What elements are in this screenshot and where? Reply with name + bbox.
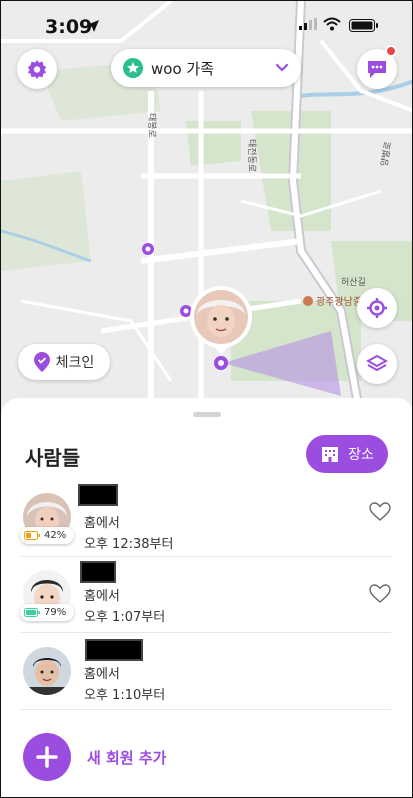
battery-pill: 79%	[20, 604, 74, 621]
notification-dot	[385, 45, 397, 57]
member-row[interactable]: 79% 홈에서 오후 1:07부터	[1, 559, 412, 635]
building-icon	[322, 447, 339, 462]
member-status: 홈에서	[84, 667, 120, 682]
member-status: 홈에서	[84, 589, 120, 604]
avatar-photo	[23, 647, 71, 695]
battery-icon	[349, 19, 378, 32]
battery-low-icon	[24, 531, 40, 540]
add-member-button[interactable]: 새 회원 추가	[23, 733, 166, 781]
avatar	[23, 647, 71, 695]
checkin-button[interactable]: 체크인	[18, 344, 110, 380]
settings-button[interactable]	[17, 49, 57, 89]
row-divider	[21, 556, 391, 557]
places-label: 장소	[348, 447, 374, 463]
heart-icon[interactable]	[369, 584, 391, 604]
member-row[interactable]: 42% 홈에서 오후 12:38부터	[1, 482, 412, 558]
map-poi-label: 광주광남중	[303, 293, 362, 308]
member-row[interactable]: 홈에서 오후 1:10부터	[1, 636, 412, 712]
member-status: 홈에서	[84, 516, 120, 531]
redacted-name	[78, 484, 118, 506]
redacted-name	[85, 639, 143, 661]
group-name: woo 가족	[151, 59, 214, 78]
group-badge-icon	[123, 58, 143, 78]
places-button[interactable]: 장소	[306, 435, 388, 473]
poi-name: 광주광남중	[316, 297, 362, 308]
map-road-label: 허산길	[341, 278, 366, 288]
redacted-name	[80, 561, 116, 583]
row-divider	[21, 632, 391, 633]
people-title: 사람들	[25, 446, 81, 470]
avatar-pin-shape	[190, 286, 252, 370]
sheet-grabber[interactable]	[193, 412, 221, 417]
school-icon	[303, 295, 313, 306]
battery-percent: 79%	[44, 607, 67, 618]
heart-icon[interactable]	[369, 502, 391, 522]
user-location-pin[interactable]	[187, 285, 255, 371]
row-divider	[21, 709, 391, 710]
add-member-label: 새 회원 추가	[87, 748, 167, 767]
phone-screen: 태봉로 태전동로 양벌로 허산길 광주광남중 3:09 woo 가족 체크인 사…	[0, 0, 413, 798]
chevron-down-icon	[275, 63, 289, 72]
map-road-label: 태전동로	[246, 139, 256, 173]
chat-icon	[368, 61, 386, 78]
locate-icon	[367, 298, 387, 318]
checkin-label: 체크인	[55, 355, 95, 371]
map-road-label: 태봉로	[146, 113, 156, 138]
member-since: 오후 12:38부터	[84, 537, 174, 552]
battery-pill: 42%	[20, 527, 74, 544]
locate-button[interactable]	[357, 288, 397, 328]
member-since: 오후 1:10부터	[84, 688, 166, 703]
checkin-pin-icon	[33, 352, 50, 372]
wifi-icon	[323, 17, 341, 31]
member-since: 오후 1:07부터	[84, 610, 166, 625]
cell-signal-icon	[299, 18, 317, 30]
battery-percent: 42%	[44, 530, 67, 541]
group-selector[interactable]: woo 가족	[111, 49, 301, 87]
location-arrow-icon	[87, 20, 99, 32]
layers-icon	[366, 354, 388, 372]
plus-icon	[36, 746, 58, 768]
gear-icon	[27, 59, 47, 80]
map-layers-button[interactable]	[357, 344, 397, 384]
add-circle	[23, 733, 71, 781]
battery-ok-icon	[24, 608, 40, 617]
people-sheet: 사람들 장소 42% 홈에서 오후 12:38부터 79% 홈에서 오후 1:0…	[1, 398, 412, 797]
status-bar: 3:09	[1, 1, 412, 49]
